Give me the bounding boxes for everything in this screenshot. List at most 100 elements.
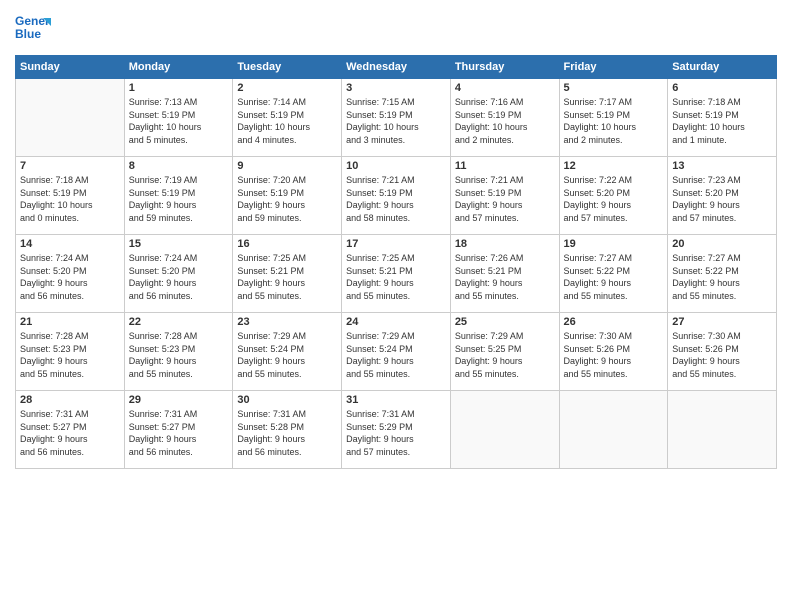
calendar-cell: 17 Sunrise: 7:25 AM Sunset: 5:21 PM Dayli…: [342, 235, 451, 313]
calendar-cell: 22 Sunrise: 7:28 AM Sunset: 5:23 PM Dayli…: [124, 313, 233, 391]
calendar-cell: 8 Sunrise: 7:19 AM Sunset: 5:19 PM Daylig…: [124, 157, 233, 235]
header: General Blue: [15, 10, 777, 51]
day-info: Sunrise: 7:28 AM Sunset: 5:23 PM Dayligh…: [20, 330, 120, 380]
calendar-cell: 1 Sunrise: 7:13 AM Sunset: 5:19 PM Daylig…: [124, 79, 233, 157]
day-number: 27: [672, 316, 772, 328]
day-number: 21: [20, 316, 120, 328]
column-header-sunday: Sunday: [16, 56, 125, 79]
svg-text:Blue: Blue: [15, 27, 41, 41]
day-info: Sunrise: 7:19 AM Sunset: 5:19 PM Dayligh…: [129, 174, 229, 224]
day-number: 7: [20, 160, 120, 172]
day-info: Sunrise: 7:18 AM Sunset: 5:19 PM Dayligh…: [20, 174, 120, 224]
logo-icon: General Blue: [15, 10, 51, 46]
calendar-cell: 10 Sunrise: 7:21 AM Sunset: 5:19 PM Dayli…: [342, 157, 451, 235]
day-info: Sunrise: 7:30 AM Sunset: 5:26 PM Dayligh…: [564, 330, 664, 380]
day-number: 28: [20, 394, 120, 406]
day-info: Sunrise: 7:27 AM Sunset: 5:22 PM Dayligh…: [564, 252, 664, 302]
column-header-wednesday: Wednesday: [342, 56, 451, 79]
day-info: Sunrise: 7:25 AM Sunset: 5:21 PM Dayligh…: [237, 252, 337, 302]
day-number: 31: [346, 394, 446, 406]
day-info: Sunrise: 7:24 AM Sunset: 5:20 PM Dayligh…: [20, 252, 120, 302]
day-info: Sunrise: 7:16 AM Sunset: 5:19 PM Dayligh…: [455, 96, 555, 146]
day-info: Sunrise: 7:26 AM Sunset: 5:21 PM Dayligh…: [455, 252, 555, 302]
day-number: 16: [237, 238, 337, 250]
day-number: 23: [237, 316, 337, 328]
day-number: 22: [129, 316, 229, 328]
day-info: Sunrise: 7:31 AM Sunset: 5:27 PM Dayligh…: [129, 408, 229, 458]
calendar-cell: 24 Sunrise: 7:29 AM Sunset: 5:24 PM Dayli…: [342, 313, 451, 391]
calendar-cell: 3 Sunrise: 7:15 AM Sunset: 5:19 PM Daylig…: [342, 79, 451, 157]
calendar-cell: 23 Sunrise: 7:29 AM Sunset: 5:24 PM Dayli…: [233, 313, 342, 391]
calendar-cell: 13Sunrise: 7:23 AM Sunset: 5:20 PM Dayli…: [668, 157, 777, 235]
day-number: 19: [564, 238, 664, 250]
calendar-cell: 25 Sunrise: 7:29 AM Sunset: 5:25 PM Dayli…: [450, 313, 559, 391]
day-info: Sunrise: 7:21 AM Sunset: 5:19 PM Dayligh…: [455, 174, 555, 224]
calendar-cell: 7 Sunrise: 7:18 AM Sunset: 5:19 PM Daylig…: [16, 157, 125, 235]
day-number: 4: [455, 82, 555, 94]
week-row-4: 21 Sunrise: 7:28 AM Sunset: 5:23 PM Dayli…: [16, 313, 777, 391]
calendar-cell: [559, 391, 668, 469]
column-header-tuesday: Tuesday: [233, 56, 342, 79]
calendar-cell: 11 Sunrise: 7:21 AM Sunset: 5:19 PM Dayli…: [450, 157, 559, 235]
day-info: Sunrise: 7:18 AM Sunset: 5:19 PM Dayligh…: [672, 96, 772, 146]
day-number: 10: [346, 160, 446, 172]
day-info: Sunrise: 7:25 AM Sunset: 5:21 PM Dayligh…: [346, 252, 446, 302]
day-info: Sunrise: 7:29 AM Sunset: 5:24 PM Dayligh…: [237, 330, 337, 380]
calendar-cell: 4 Sunrise: 7:16 AM Sunset: 5:19 PM Daylig…: [450, 79, 559, 157]
calendar-header-row: SundayMondayTuesdayWednesdayThursdayFrid…: [16, 56, 777, 79]
day-number: 15: [129, 238, 229, 250]
calendar-cell: 20 Sunrise: 7:27 AM Sunset: 5:22 PM Dayli…: [668, 235, 777, 313]
calendar-cell: 27 Sunrise: 7:30 AM Sunset: 5:26 PM Dayli…: [668, 313, 777, 391]
day-number: 8: [129, 160, 229, 172]
calendar-cell: 18Sunrise: 7:26 AM Sunset: 5:21 PM Dayli…: [450, 235, 559, 313]
svg-text:General: General: [15, 14, 51, 28]
week-row-5: 28 Sunrise: 7:31 AM Sunset: 5:27 PM Dayli…: [16, 391, 777, 469]
calendar-cell: [450, 391, 559, 469]
day-number: 1: [129, 82, 229, 94]
day-number: 24: [346, 316, 446, 328]
day-number: 20: [672, 238, 772, 250]
day-info: Sunrise: 7:13 AM Sunset: 5:19 PM Dayligh…: [129, 96, 229, 146]
day-info: Sunrise: 7:30 AM Sunset: 5:26 PM Dayligh…: [672, 330, 772, 380]
day-info: Sunrise: 7:28 AM Sunset: 5:23 PM Dayligh…: [129, 330, 229, 380]
week-row-2: 7 Sunrise: 7:18 AM Sunset: 5:19 PM Daylig…: [16, 157, 777, 235]
day-number: 14: [20, 238, 120, 250]
day-number: 17: [346, 238, 446, 250]
day-info: Sunrise: 7:27 AM Sunset: 5:22 PM Dayligh…: [672, 252, 772, 302]
calendar-cell: [16, 79, 125, 157]
day-number: 26: [564, 316, 664, 328]
calendar-cell: 29 Sunrise: 7:31 AM Sunset: 5:27 PM Dayli…: [124, 391, 233, 469]
calendar-cell: 6 Sunrise: 7:18 AM Sunset: 5:19 PM Daylig…: [668, 79, 777, 157]
day-number: 29: [129, 394, 229, 406]
day-info: Sunrise: 7:17 AM Sunset: 5:19 PM Dayligh…: [564, 96, 664, 146]
column-header-friday: Friday: [559, 56, 668, 79]
day-number: 25: [455, 316, 555, 328]
day-info: Sunrise: 7:23 AM Sunset: 5:20 PM Dayligh…: [672, 174, 772, 224]
calendar-cell: 30 Sunrise: 7:31 AM Sunset: 5:28 PM Dayli…: [233, 391, 342, 469]
day-info: Sunrise: 7:29 AM Sunset: 5:24 PM Dayligh…: [346, 330, 446, 380]
column-header-thursday: Thursday: [450, 56, 559, 79]
week-row-3: 14 Sunrise: 7:24 AM Sunset: 5:20 PM Dayli…: [16, 235, 777, 313]
calendar-cell: 16 Sunrise: 7:25 AM Sunset: 5:21 PM Dayli…: [233, 235, 342, 313]
day-info: Sunrise: 7:31 AM Sunset: 5:28 PM Dayligh…: [237, 408, 337, 458]
calendar-cell: 19 Sunrise: 7:27 AM Sunset: 5:22 PM Dayli…: [559, 235, 668, 313]
column-header-monday: Monday: [124, 56, 233, 79]
calendar-cell: 9Sunrise: 7:20 AM Sunset: 5:19 PM Daylig…: [233, 157, 342, 235]
day-number: 9: [237, 160, 337, 172]
logo: General Blue: [15, 10, 51, 51]
day-number: 5: [564, 82, 664, 94]
day-info: Sunrise: 7:21 AM Sunset: 5:19 PM Dayligh…: [346, 174, 446, 224]
day-number: 6: [672, 82, 772, 94]
day-info: Sunrise: 7:29 AM Sunset: 5:25 PM Dayligh…: [455, 330, 555, 380]
day-number: 3: [346, 82, 446, 94]
day-info: Sunrise: 7:31 AM Sunset: 5:29 PM Dayligh…: [346, 408, 446, 458]
calendar-cell: 26 Sunrise: 7:30 AM Sunset: 5:26 PM Dayli…: [559, 313, 668, 391]
day-info: Sunrise: 7:31 AM Sunset: 5:27 PM Dayligh…: [20, 408, 120, 458]
calendar-cell: 14 Sunrise: 7:24 AM Sunset: 5:20 PM Dayli…: [16, 235, 125, 313]
day-number: 11: [455, 160, 555, 172]
calendar-cell: 31 Sunrise: 7:31 AM Sunset: 5:29 PM Dayli…: [342, 391, 451, 469]
day-info: Sunrise: 7:22 AM Sunset: 5:20 PM Dayligh…: [564, 174, 664, 224]
day-number: 12: [564, 160, 664, 172]
day-number: 30: [237, 394, 337, 406]
day-info: Sunrise: 7:15 AM Sunset: 5:19 PM Dayligh…: [346, 96, 446, 146]
